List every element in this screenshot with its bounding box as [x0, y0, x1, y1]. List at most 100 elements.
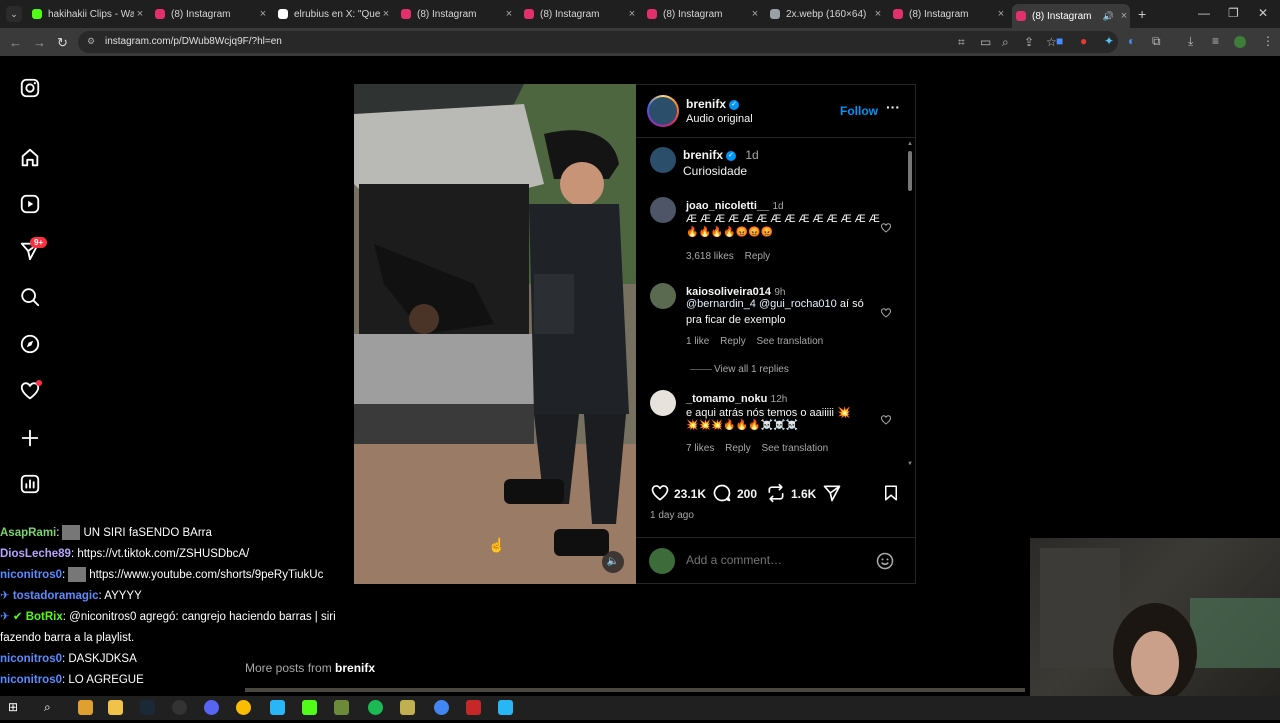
share-icon[interactable]: ⇪: [1024, 35, 1034, 49]
comment-likes[interactable]: 3,618 likes: [686, 251, 734, 262]
browser-tab[interactable]: (8) Instagram 🔊 ×: [1012, 4, 1130, 28]
emoji-icon[interactable]: [875, 551, 895, 571]
save-bookmark-icon[interactable]: [882, 483, 900, 503]
like-count[interactable]: 23.1K: [674, 487, 706, 501]
comment-username[interactable]: kaiosoliveira014: [686, 286, 771, 298]
extension-icon[interactable]: ●: [1080, 34, 1087, 48]
see-translation-button[interactable]: See translation: [757, 336, 824, 347]
discord-icon[interactable]: [204, 700, 219, 715]
steam-icon[interactable]: [140, 700, 155, 715]
author-avatar[interactable]: [647, 95, 679, 127]
site-info-icon[interactable]: ⚙: [87, 36, 98, 47]
browser-tab[interactable]: (8) Instagram ×: [643, 4, 761, 24]
tab-close-icon[interactable]: ×: [257, 8, 269, 20]
url-bar[interactable]: ⚙ instagram.com/p/DWub8Wcjq9F/?hl=en ⌗ ▭…: [78, 31, 1118, 53]
create-plus-icon[interactable]: [19, 427, 41, 449]
file-explorer-icon[interactable]: [108, 700, 123, 715]
comment-like-heart-icon[interactable]: [880, 222, 892, 234]
tab-close-icon[interactable]: ×: [872, 8, 884, 20]
repost-icon[interactable]: [766, 483, 786, 503]
tab-search-button[interactable]: ⌄: [6, 6, 22, 22]
extension-icon[interactable]: ✦: [1104, 34, 1114, 48]
close-window-icon[interactable]: ✕: [1258, 6, 1268, 20]
spotify-icon[interactable]: [368, 700, 383, 715]
browser-tab[interactable]: (8) Instagram ×: [520, 4, 638, 24]
caption-avatar[interactable]: [650, 147, 676, 173]
comment-like-heart-icon[interactable]: [880, 307, 892, 319]
chrome-icon[interactable]: [236, 700, 251, 715]
app-icon[interactable]: [334, 700, 349, 715]
comment-likes[interactable]: 7 likes: [686, 443, 714, 454]
minimize-icon[interactable]: —: [1198, 6, 1210, 20]
app-icon[interactable]: [270, 700, 285, 715]
chrome-icon[interactable]: [434, 700, 449, 715]
maximize-icon[interactable]: ❐: [1228, 6, 1239, 20]
comment-count[interactable]: 200: [737, 487, 757, 501]
browser-tab[interactable]: 2x.webp (160×64) ×: [766, 4, 884, 24]
comment-reply-button[interactable]: Reply: [745, 251, 771, 262]
browser-tab[interactable]: (8) Instagram ×: [397, 4, 515, 24]
more-posts-username[interactable]: brenifx: [335, 661, 375, 675]
comment-bubble-icon[interactable]: [712, 483, 732, 503]
instagram-logo-icon[interactable]: [19, 77, 41, 99]
more-options-icon[interactable]: ···: [886, 99, 900, 115]
post-video[interactable]: 🔈 ☝: [354, 84, 636, 584]
dashboard-icon[interactable]: [19, 473, 41, 495]
tab-close-icon[interactable]: ×: [503, 8, 515, 20]
follow-button[interactable]: Follow: [840, 104, 878, 118]
comment-username[interactable]: joao_nicoletti__: [686, 200, 769, 212]
comment-likes[interactable]: 1 like: [686, 336, 709, 347]
see-translation-button[interactable]: See translation: [762, 443, 829, 454]
browser-tab[interactable]: (8) Instagram ×: [151, 4, 269, 24]
extension-icon[interactable]: ◐: [1128, 34, 1135, 48]
browser-tab[interactable]: (8) Instagram ×: [889, 4, 1007, 24]
extensions-puzzle-icon[interactable]: ⧉: [1152, 34, 1161, 49]
tab-close-icon[interactable]: ×: [626, 8, 638, 20]
menu-icon[interactable]: ⋮: [1262, 34, 1274, 48]
start-windows-icon[interactable]: ⊞: [8, 700, 23, 715]
home-icon[interactable]: [19, 147, 41, 169]
app-icon[interactable]: [498, 700, 513, 715]
audio-label[interactable]: Audio original: [686, 113, 753, 125]
like-heart-icon[interactable]: [650, 483, 670, 503]
search-icon[interactable]: [19, 286, 41, 308]
reading-list-icon[interactable]: ≡: [1212, 34, 1219, 48]
obs-icon[interactable]: [172, 700, 187, 715]
comment-username[interactable]: _tomamo_noku: [686, 393, 767, 405]
translate-icon[interactable]: ⌗: [958, 35, 965, 50]
search-icon[interactable]: ⌕: [44, 700, 59, 715]
more-posts-thumbnails[interactable]: [245, 688, 1025, 692]
reels-icon[interactable]: [19, 193, 41, 215]
repost-count[interactable]: 1.6K: [791, 487, 816, 501]
cast-icon[interactable]: ▭: [980, 35, 991, 49]
view-replies-button[interactable]: View all 1 replies: [714, 364, 789, 375]
share-send-icon[interactable]: [822, 483, 842, 503]
browser-tab[interactable]: hakihakii Clips - Watc ×: [28, 4, 146, 24]
zoom-icon[interactable]: ⌕: [1002, 35, 1009, 50]
profile-avatar[interactable]: [1234, 36, 1246, 48]
tab-audio-icon[interactable]: 🔊: [1103, 11, 1114, 22]
tab-close-icon[interactable]: ×: [1118, 10, 1130, 22]
new-tab-button[interactable]: +: [1138, 6, 1146, 22]
mention-link[interactable]: @gui_rocha010: [759, 298, 837, 310]
mention-link[interactable]: @bernardin_4: [686, 298, 756, 310]
app-icon[interactable]: [466, 700, 481, 715]
back-icon[interactable]: ←: [9, 35, 22, 50]
download-icon[interactable]: ⤓: [1188, 34, 1193, 49]
caption-username[interactable]: brenifx: [683, 148, 723, 162]
kick-icon[interactable]: [302, 700, 317, 715]
comment-like-heart-icon[interactable]: [880, 414, 892, 426]
browser-tab[interactable]: elrubius en X: "Que s ×: [274, 4, 392, 24]
comment-avatar[interactable]: [650, 283, 676, 309]
comment-avatar[interactable]: [650, 390, 676, 416]
comment-avatar[interactable]: [650, 197, 676, 223]
extension-icon[interactable]: ■: [1056, 34, 1063, 48]
tab-close-icon[interactable]: ×: [995, 8, 1007, 20]
comment-reply-button[interactable]: Reply: [720, 336, 746, 347]
reload-icon[interactable]: ↻: [57, 35, 68, 51]
app-icon[interactable]: [400, 700, 415, 715]
app-icon[interactable]: [78, 700, 93, 715]
forward-icon[interactable]: →: [33, 35, 46, 50]
add-comment-input[interactable]: [684, 552, 868, 568]
comment-reply-button[interactable]: Reply: [725, 443, 751, 454]
